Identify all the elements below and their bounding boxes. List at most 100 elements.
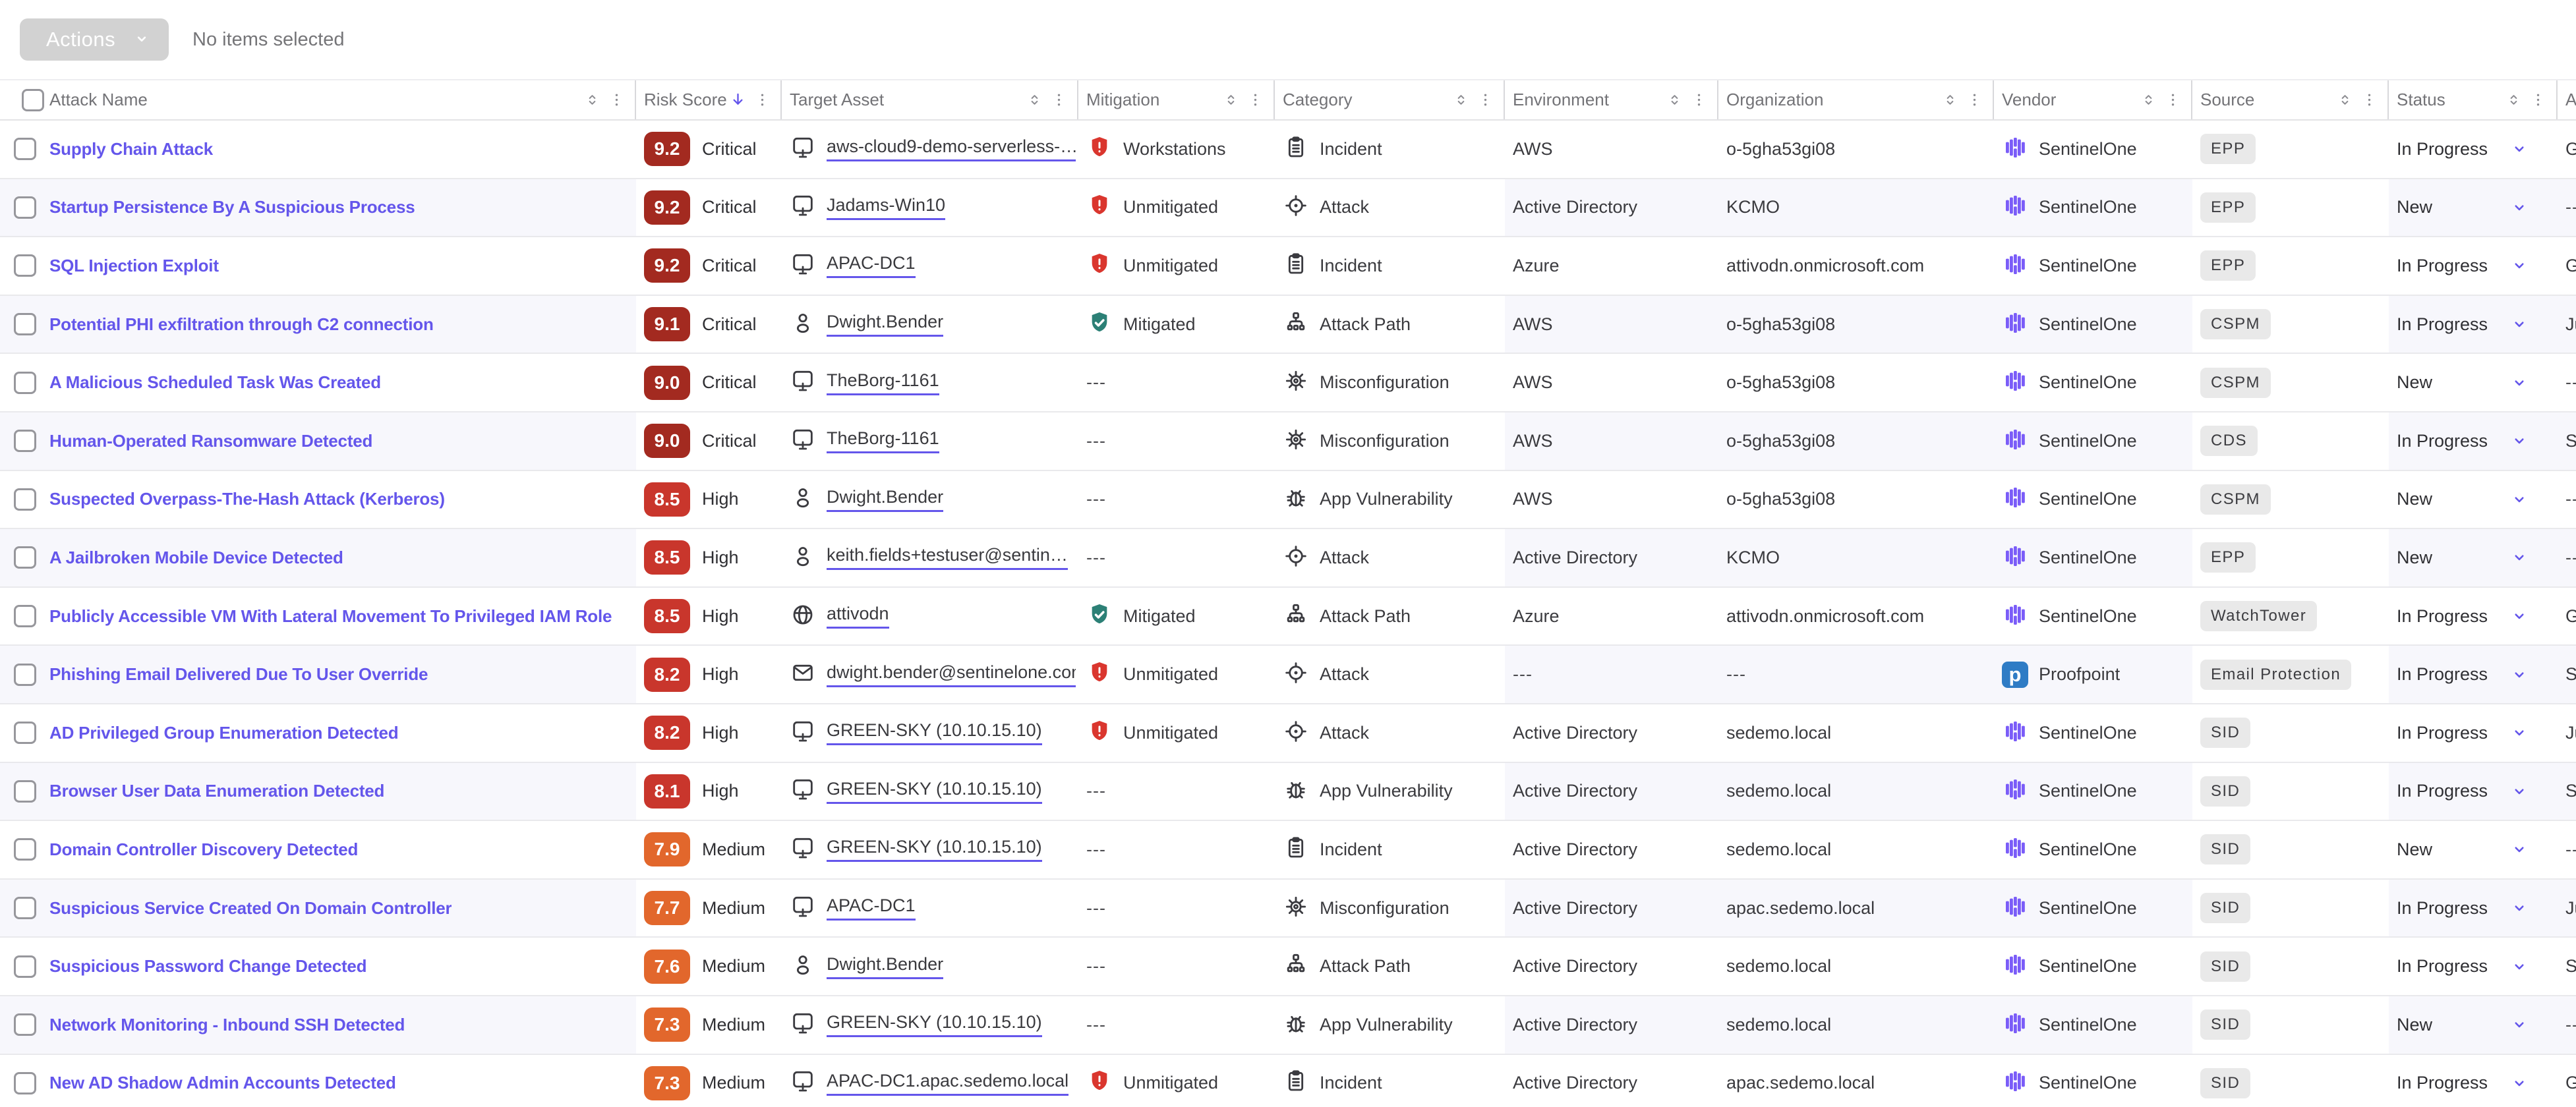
row-checkbox[interactable] [14, 372, 36, 394]
sort-button[interactable] [729, 91, 747, 109]
status-dropdown[interactable] [2510, 899, 2529, 917]
sort-button[interactable] [1666, 91, 1683, 109]
column-menu-button[interactable] [2529, 91, 2547, 109]
column-menu-button[interactable] [1477, 91, 1494, 109]
status-dropdown[interactable] [2510, 840, 2529, 859]
target-asset-link[interactable]: Dwight.Bender [827, 954, 943, 979]
attack-name-link[interactable]: A Malicious Scheduled Task Was Created [49, 372, 381, 393]
target-asset-link[interactable]: GREEN-SKY (10.10.15.10) [827, 720, 1042, 745]
column-menu-button[interactable] [1690, 91, 1708, 109]
status-dropdown[interactable] [2510, 490, 2529, 509]
sentinelone-logo [2002, 192, 2028, 222]
target-asset-link[interactable]: TheBorg-1161 [827, 370, 939, 395]
target-asset-link[interactable]: Dwight.Bender [827, 312, 943, 337]
attack-name-link[interactable]: A Jailbroken Mobile Device Detected [49, 548, 343, 568]
target-asset-link[interactable]: aws-cloud9-demo-serverless-… [827, 136, 1076, 161]
mitigation-cell: Mitigated [1078, 296, 1275, 353]
column-menu-button[interactable] [2360, 91, 2378, 109]
risk-score-cell: 8.5High [636, 529, 782, 586]
target-asset-link[interactable]: GREEN-SKY (10.10.15.10) [827, 1012, 1042, 1037]
attack-name-link[interactable]: Publicly Accessible VM With Lateral Move… [49, 606, 612, 627]
row-checkbox[interactable] [14, 838, 36, 861]
attack-name-link[interactable]: Suspicious Service Created On Domain Con… [49, 898, 452, 919]
attack-name-link[interactable]: AD Privileged Group Enumeration Detected [49, 723, 398, 743]
attack-name-link[interactable]: New AD Shadow Admin Accounts Detected [49, 1073, 396, 1093]
vendor-cell: SentinelOne [1994, 471, 2192, 528]
column-menu-button[interactable] [1966, 91, 1983, 109]
status-dropdown[interactable] [2510, 548, 2529, 567]
attack-name-link[interactable]: Supply Chain Attack [49, 139, 213, 159]
status-dropdown[interactable] [2510, 666, 2529, 684]
select-all-checkbox[interactable] [22, 89, 44, 111]
row-checkbox[interactable] [14, 138, 36, 160]
row-checkbox[interactable] [14, 664, 36, 686]
target-asset-link[interactable]: APAC-DC1 [827, 253, 916, 278]
target-asset-link[interactable]: Jadams-Win10 [827, 195, 945, 220]
column-menu-button[interactable] [753, 91, 771, 109]
row-checkbox[interactable] [14, 1072, 36, 1094]
sort-button[interactable] [1452, 91, 1470, 109]
attack-name-link[interactable]: Suspicious Password Change Detected [49, 956, 366, 977]
row-checkbox[interactable] [14, 488, 36, 511]
sort-button[interactable] [1941, 91, 1959, 109]
status-dropdown[interactable] [2510, 782, 2529, 801]
sort-button[interactable] [2336, 91, 2354, 109]
status-dropdown[interactable] [2510, 198, 2529, 217]
attack-name-link[interactable]: Network Monitoring - Inbound SSH Detecte… [49, 1015, 405, 1035]
column-menu-button[interactable] [608, 91, 626, 109]
row-checkbox[interactable] [14, 955, 36, 978]
status-dropdown[interactable] [2510, 1074, 2529, 1093]
status-dropdown[interactable] [2510, 1015, 2529, 1034]
row-checkbox[interactable] [14, 546, 36, 569]
target-asset-link[interactable]: keith.fields+testuser@sentin… [827, 545, 1068, 570]
status-dropdown[interactable] [2510, 607, 2529, 625]
status-dropdown[interactable] [2510, 374, 2529, 392]
sort-button[interactable] [1222, 91, 1240, 109]
column-header-label: Target Asset [790, 90, 884, 110]
status-dropdown[interactable] [2510, 315, 2529, 333]
row-checkbox[interactable] [14, 254, 36, 277]
attack-name-link[interactable]: Potential PHI exfiltration through C2 co… [49, 314, 434, 335]
target-asset-link[interactable]: GREEN-SKY (10.10.15.10) [827, 779, 1042, 804]
status-dropdown[interactable] [2510, 256, 2529, 275]
actions-button[interactable]: Actions [20, 18, 169, 61]
target-asset-link[interactable]: GREEN-SKY (10.10.15.10) [827, 837, 1042, 862]
row-checkbox[interactable] [14, 196, 36, 219]
column-menu-button[interactable] [1246, 91, 1264, 109]
column-menu-button[interactable] [1050, 91, 1068, 109]
category-label: Attack [1320, 664, 1369, 685]
row-checkbox[interactable] [14, 897, 36, 919]
sort-button[interactable] [583, 91, 601, 109]
row-checkbox[interactable] [14, 605, 36, 627]
target-asset-link[interactable]: TheBorg-1161 [827, 428, 939, 453]
attack-name-link[interactable]: Human-Operated Ransomware Detected [49, 431, 372, 451]
sort-button[interactable] [2505, 91, 2523, 109]
attack-name-link[interactable]: Browser User Data Enumeration Detected [49, 781, 384, 801]
attack-name-link[interactable]: Suspected Overpass-The-Hash Attack (Kerb… [49, 489, 445, 509]
row-checkbox[interactable] [14, 780, 36, 803]
status-value: In Progress [2397, 606, 2488, 627]
attack-name-link[interactable]: Domain Controller Discovery Detected [49, 839, 358, 860]
target-asset-link[interactable]: Dwight.Bender [827, 487, 943, 512]
attack-name-link[interactable]: Startup Persistence By A Suspicious Proc… [49, 197, 415, 217]
row-checkbox[interactable] [14, 313, 36, 335]
attack-name-link[interactable]: Phishing Email Delivered Due To User Ove… [49, 664, 428, 685]
sort-button[interactable] [2140, 91, 2157, 109]
status-dropdown[interactable] [2510, 957, 2529, 976]
status-dropdown[interactable] [2510, 432, 2529, 450]
status-dropdown[interactable] [2510, 140, 2529, 158]
kebab-menu-icon [1050, 91, 1068, 109]
row-checkbox[interactable] [14, 1013, 36, 1036]
target-asset-link[interactable]: APAC-DC1.apac.sedemo.local [827, 1071, 1068, 1096]
attack-name-link[interactable]: SQL Injection Exploit [49, 256, 219, 276]
column-menu-button[interactable] [2164, 91, 2182, 109]
attack-name-cell: Potential PHI exfiltration through C2 co… [49, 296, 636, 353]
target-asset-link[interactable]: APAC-DC1 [827, 895, 916, 921]
sort-button[interactable] [1026, 91, 1043, 109]
row-checkbox[interactable] [14, 430, 36, 452]
source-cell: SID [2192, 821, 2389, 878]
status-dropdown[interactable] [2510, 724, 2529, 742]
target-asset-link[interactable]: attivodn [827, 604, 889, 629]
row-checkbox[interactable] [14, 722, 36, 744]
target-asset-link[interactable]: dwight.bender@sentinelone.com [827, 662, 1076, 687]
